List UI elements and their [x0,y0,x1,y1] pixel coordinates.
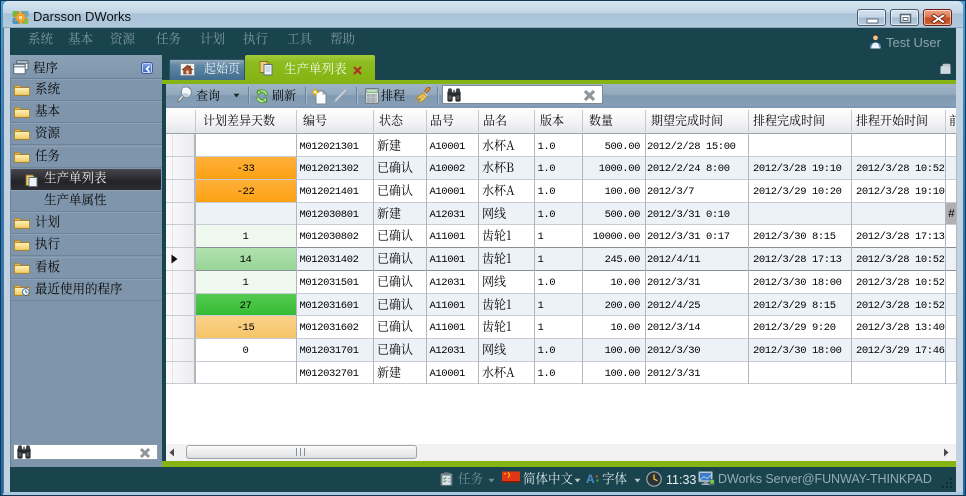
svg-text:A: A [586,472,595,485]
